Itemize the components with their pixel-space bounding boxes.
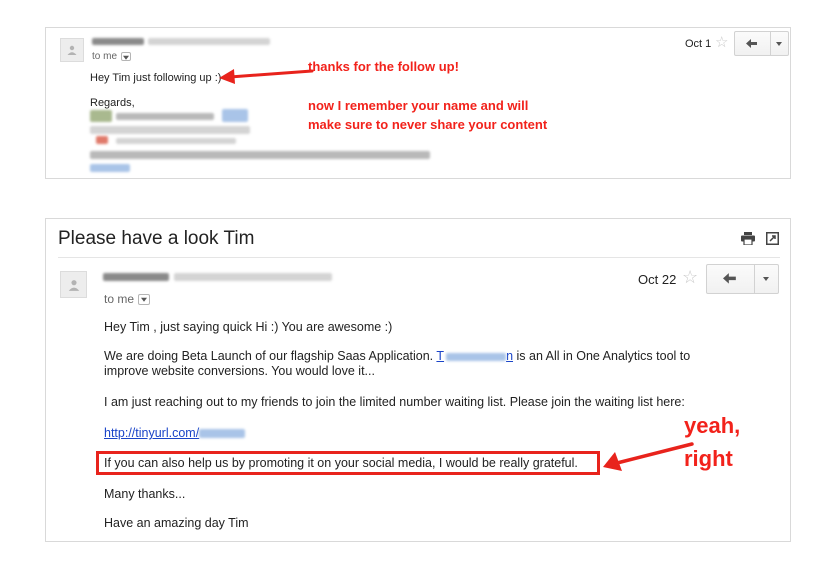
product-link-text: T [436,349,445,363]
chevron-down-icon[interactable] [121,52,132,61]
annotation-text: make sure to never share your content [308,117,548,132]
annotation-arrow-bottom [603,442,694,471]
sender-avatar [60,38,84,62]
signature-redacted [90,151,430,159]
message-paragraph: We are doing Beta Launch of our flagship… [104,349,690,363]
waiting-list-link-text[interactable]: http://tinyurl.com/ [104,426,199,440]
more-options-button[interactable] [755,265,778,293]
signature-redacted [90,164,130,172]
dropdown-arrow-icon [776,41,783,46]
recipient-label: to me [104,292,135,306]
annotation-arrow-top [219,69,314,84]
reply-button-group [706,264,779,294]
product-name-redacted [446,352,507,361]
message-paragraph: I am just reaching out to my friends to … [104,395,685,409]
recipient-label: to me [92,51,118,62]
header-divider [58,257,780,258]
sender-email-redacted [148,38,270,45]
reply-button[interactable] [707,265,755,293]
paragraph-text: is an All in One Analytics tool to [516,349,691,363]
highlighted-sentence: If you can also help us by promoting it … [104,456,578,470]
signature-redacted [90,110,112,122]
link-redacted [199,429,246,439]
person-icon [67,45,77,55]
signature-redacted [96,136,108,144]
sender-email-redacted [174,273,332,281]
recipient-toggle[interactable]: to me [92,51,132,62]
dropdown-arrow-icon [763,277,770,281]
message-greeting: Hey Tim , just saying quick Hi :) You ar… [104,320,393,334]
person-icon [68,279,79,291]
message-date: Oct 22 [638,272,677,287]
message-closing: Have an amazing day Tim [104,516,249,530]
reply-arrow-icon [723,273,737,284]
paragraph-text: We are doing Beta Launch of our flagship… [104,349,434,363]
waiting-list-link[interactable]: http://tinyurl.com/ [104,426,246,440]
reply-arrow-icon [746,38,758,48]
sender-avatar [60,271,87,298]
signature-redacted [116,113,214,120]
message-signoff: Regards, [90,97,135,109]
message-thanks: Many thanks... [104,487,186,501]
signature-redacted [222,109,248,122]
reply-button[interactable] [735,32,771,55]
email-subject: Please have a look Tim [58,228,255,249]
message-date: Oct 1 [685,38,712,50]
annotation-text: right [684,446,733,471]
more-options-button[interactable] [771,32,788,55]
recipient-toggle[interactable]: to me [104,292,151,306]
reply-button-group [734,31,789,56]
chevron-down-icon[interactable] [138,293,151,305]
annotation-text: now I remember your name and will [308,98,529,113]
sender-name-redacted [103,273,169,281]
message-paragraph-continued: improve website conversions. You would l… [104,364,375,378]
signature-redacted [90,126,250,134]
product-link[interactable]: Tn [436,349,513,363]
print-icon[interactable] [741,232,755,245]
message-body-line: Hey Tim just following up :) [90,72,222,84]
email-thread: Please have a look Tim to me Oct 22 ☆ He… [45,218,791,542]
star-icon[interactable]: ☆ [715,33,728,51]
signature-redacted [116,138,236,144]
annotation-text: yeah, [684,413,741,438]
new-window-icon[interactable] [766,232,779,245]
star-icon[interactable]: ☆ [682,267,698,288]
annotation-text: thanks for the follow up! [308,59,459,74]
sender-name-redacted [92,38,144,45]
